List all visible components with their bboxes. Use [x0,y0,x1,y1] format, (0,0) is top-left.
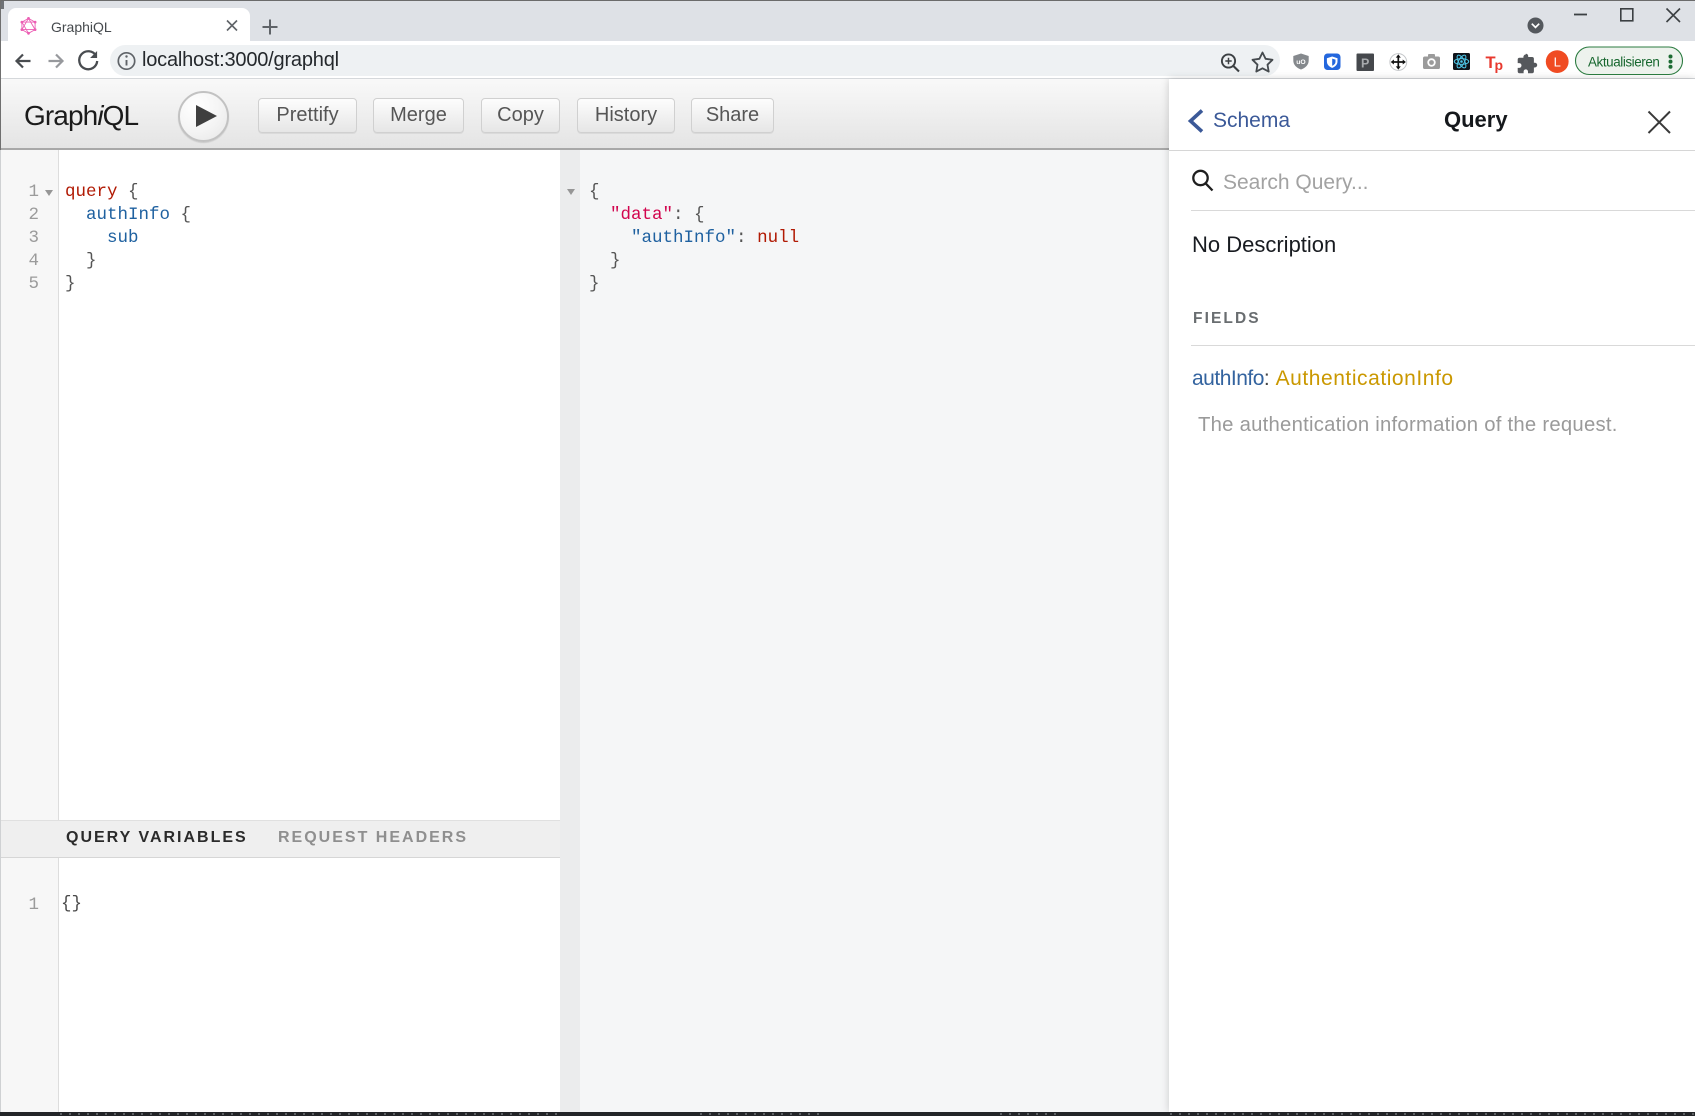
svg-text:P: P [1361,57,1369,71]
svg-text:p: p [1495,57,1504,73]
svg-text:L: L [1554,55,1561,70]
svg-text:uO: uO [1296,59,1305,66]
svg-text:Aktualisieren: Aktualisieren [1588,55,1659,70]
